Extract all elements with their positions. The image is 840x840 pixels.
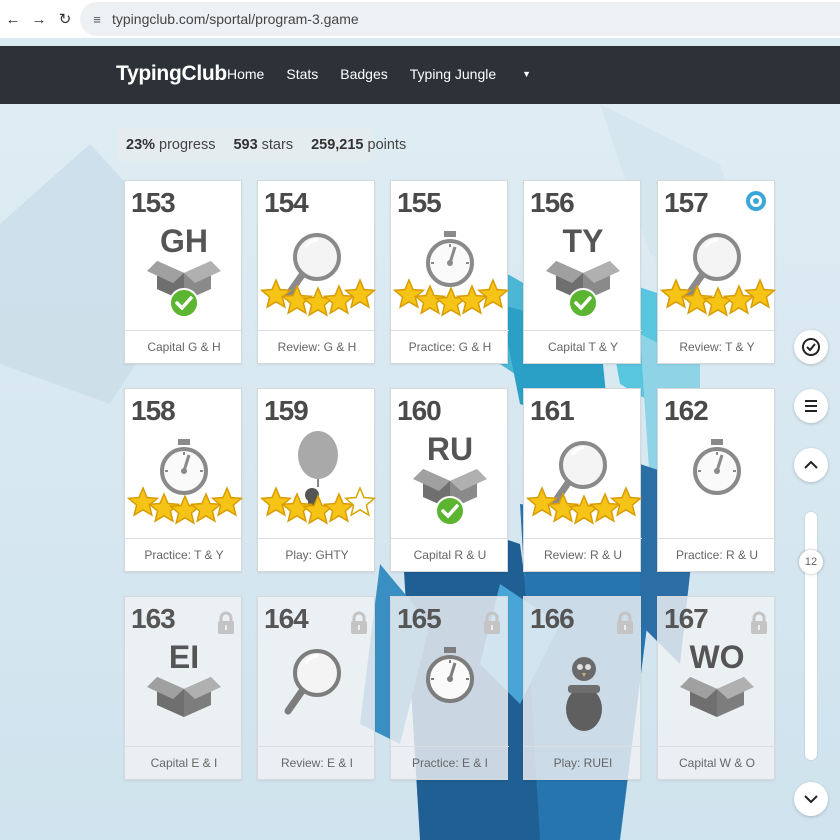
- lesson-caption: Practice: G & H: [391, 330, 509, 363]
- star-filled-icon: [343, 278, 376, 309]
- lock-icon: [218, 611, 234, 634]
- star-filled-icon: [609, 486, 642, 517]
- star-filled-icon: [259, 278, 293, 309]
- lesson-caption: Capital G & H: [125, 330, 243, 363]
- main-menu: Home Stats Badges Typing Jungle ▼: [227, 66, 575, 82]
- logo[interactable]: TypingClub: [116, 62, 227, 86]
- lesson-card-164[interactable]: 164 Review: E & I: [257, 596, 376, 780]
- lesson-letters: WO: [689, 639, 745, 675]
- back-arrow-icon[interactable]: ←: [0, 0, 26, 38]
- star-filled-icon: [126, 486, 160, 517]
- lesson-card-166[interactable]: 166 Play: RUEI: [523, 596, 642, 780]
- star-filled-icon: [434, 286, 468, 317]
- lesson-letters: EI: [168, 639, 200, 675]
- progress-summary: 23% progress 593 stars 259,215 points: [117, 128, 406, 161]
- progress-points: 259,215 points: [302, 137, 415, 153]
- lesson-card-167[interactable]: 167 WO Capital W & O: [657, 596, 776, 780]
- url-text: typingclub.com/sportal/program-3.game: [112, 11, 359, 27]
- star-filled-icon: [210, 486, 243, 517]
- menu-typing-jungle-label: Typing Jungle: [409, 66, 497, 82]
- lesson-caption: Practice: E & I: [391, 746, 509, 779]
- star-filled-icon: [259, 486, 293, 517]
- progress-percent: 23% progress: [117, 137, 224, 153]
- star-filled-icon: [567, 494, 601, 525]
- star-empty-icon: [343, 486, 376, 517]
- lesson-card-157[interactable]: 157 Review: T & Y: [657, 180, 776, 364]
- lesson-card-160[interactable]: 160 RU Capital R & U: [390, 388, 509, 572]
- menu-home[interactable]: Home: [227, 66, 264, 82]
- star-filled-icon: [392, 278, 426, 309]
- star-filled-icon: [701, 286, 735, 317]
- progress-stars-value: 593: [233, 136, 258, 153]
- list-menu-icon[interactable]: [794, 389, 828, 423]
- lesson-caption: Review: E & I: [258, 746, 376, 779]
- lesson-card-155[interactable]: 155 Practice: G & H: [390, 180, 509, 364]
- stopwatch-icon: [693, 439, 741, 495]
- lesson-card-165[interactable]: 165 Practice: E & I: [390, 596, 509, 780]
- lesson-card-156[interactable]: 156 TY Capital T & Y: [523, 180, 642, 364]
- star-filled-icon: [525, 486, 559, 517]
- lock-icon: [351, 611, 367, 634]
- lesson-card-153[interactable]: 153 GH Capital G & H: [124, 180, 243, 364]
- scroll-slider-knob[interactable]: 12: [799, 550, 823, 574]
- check-circle-icon[interactable]: [794, 330, 828, 364]
- progress-points-value: 259,215: [311, 136, 364, 153]
- chevron-up-icon[interactable]: [794, 448, 828, 482]
- caret-down-icon: ▼: [522, 69, 532, 79]
- lesson-caption: Practice: R & U: [658, 538, 776, 571]
- lesson-letters: RU: [426, 431, 474, 467]
- address-bar[interactable]: ≡ typingclub.com/sportal/program-3.game: [80, 2, 840, 36]
- lesson-caption: Capital W & O: [658, 746, 776, 779]
- lesson-letters: GH: [160, 223, 208, 259]
- magnifier-icon: [525, 441, 642, 525]
- lesson-caption: Capital E & I: [125, 746, 243, 779]
- star-filled-icon: [476, 278, 509, 309]
- balloon-game-icon: [259, 431, 376, 525]
- lesson-card-154[interactable]: 154 Review: G & H: [257, 180, 376, 364]
- lesson-caption: Review: T & Y: [658, 330, 776, 363]
- lock-icon: [751, 611, 767, 634]
- progress-points-label: points: [367, 136, 407, 153]
- lesson-card-161[interactable]: 161 Review: R & U: [523, 388, 642, 572]
- chevron-down-icon[interactable]: [794, 782, 828, 816]
- stopwatch-icon: [126, 439, 243, 525]
- star-filled-icon: [168, 494, 202, 525]
- progress-stars: 593 stars: [224, 137, 302, 153]
- lesson-caption: Review: R & U: [524, 538, 642, 571]
- progress-percent-value: 23%: [126, 136, 156, 153]
- lesson-card-159[interactable]: 159 Play: GHTY: [257, 388, 376, 572]
- lesson-card-158[interactable]: 158 Practice: T & Y: [124, 388, 243, 572]
- star-filled-icon: [743, 278, 776, 309]
- lesson-letters: TY: [562, 223, 604, 259]
- award-badge-icon[interactable]: [744, 189, 768, 213]
- lesson-card-162[interactable]: 162 Practice: R & U: [657, 388, 776, 572]
- lesson-caption: Review: G & H: [258, 330, 376, 363]
- lock-icon: [484, 611, 500, 634]
- progress-stars-label: stars: [261, 136, 294, 153]
- lesson-card-163[interactable]: 163 EI Capital E & I: [124, 596, 243, 780]
- reload-icon[interactable]: ↻: [52, 0, 78, 38]
- site-header: TypingClub Home Stats Badges Typing Jung…: [0, 46, 840, 104]
- browser-toolbar: ← → ↻ ≡ typingclub.com/sportal/program-3…: [0, 0, 840, 38]
- menu-badges[interactable]: Badges: [340, 66, 387, 82]
- site-settings-icon[interactable]: ≡: [86, 12, 108, 27]
- lesson-caption: Capital T & Y: [524, 330, 642, 363]
- menu-stats[interactable]: Stats: [286, 66, 318, 82]
- star-filled-icon: [659, 278, 693, 309]
- stopwatch-icon: [392, 231, 509, 317]
- lesson-caption: Practice: T & Y: [125, 538, 243, 571]
- magnifier-icon: [259, 233, 376, 317]
- lesson-caption: Play: GHTY: [258, 538, 376, 571]
- lesson-caption: Capital R & U: [391, 538, 509, 571]
- progress-percent-label: progress: [159, 136, 216, 153]
- star-filled-icon: [301, 286, 335, 317]
- forward-arrow-icon[interactable]: →: [26, 0, 52, 38]
- lock-icon: [617, 611, 633, 634]
- lesson-caption: Play: RUEI: [524, 746, 642, 779]
- menu-typing-jungle[interactable]: Typing Jungle ▼: [410, 66, 553, 82]
